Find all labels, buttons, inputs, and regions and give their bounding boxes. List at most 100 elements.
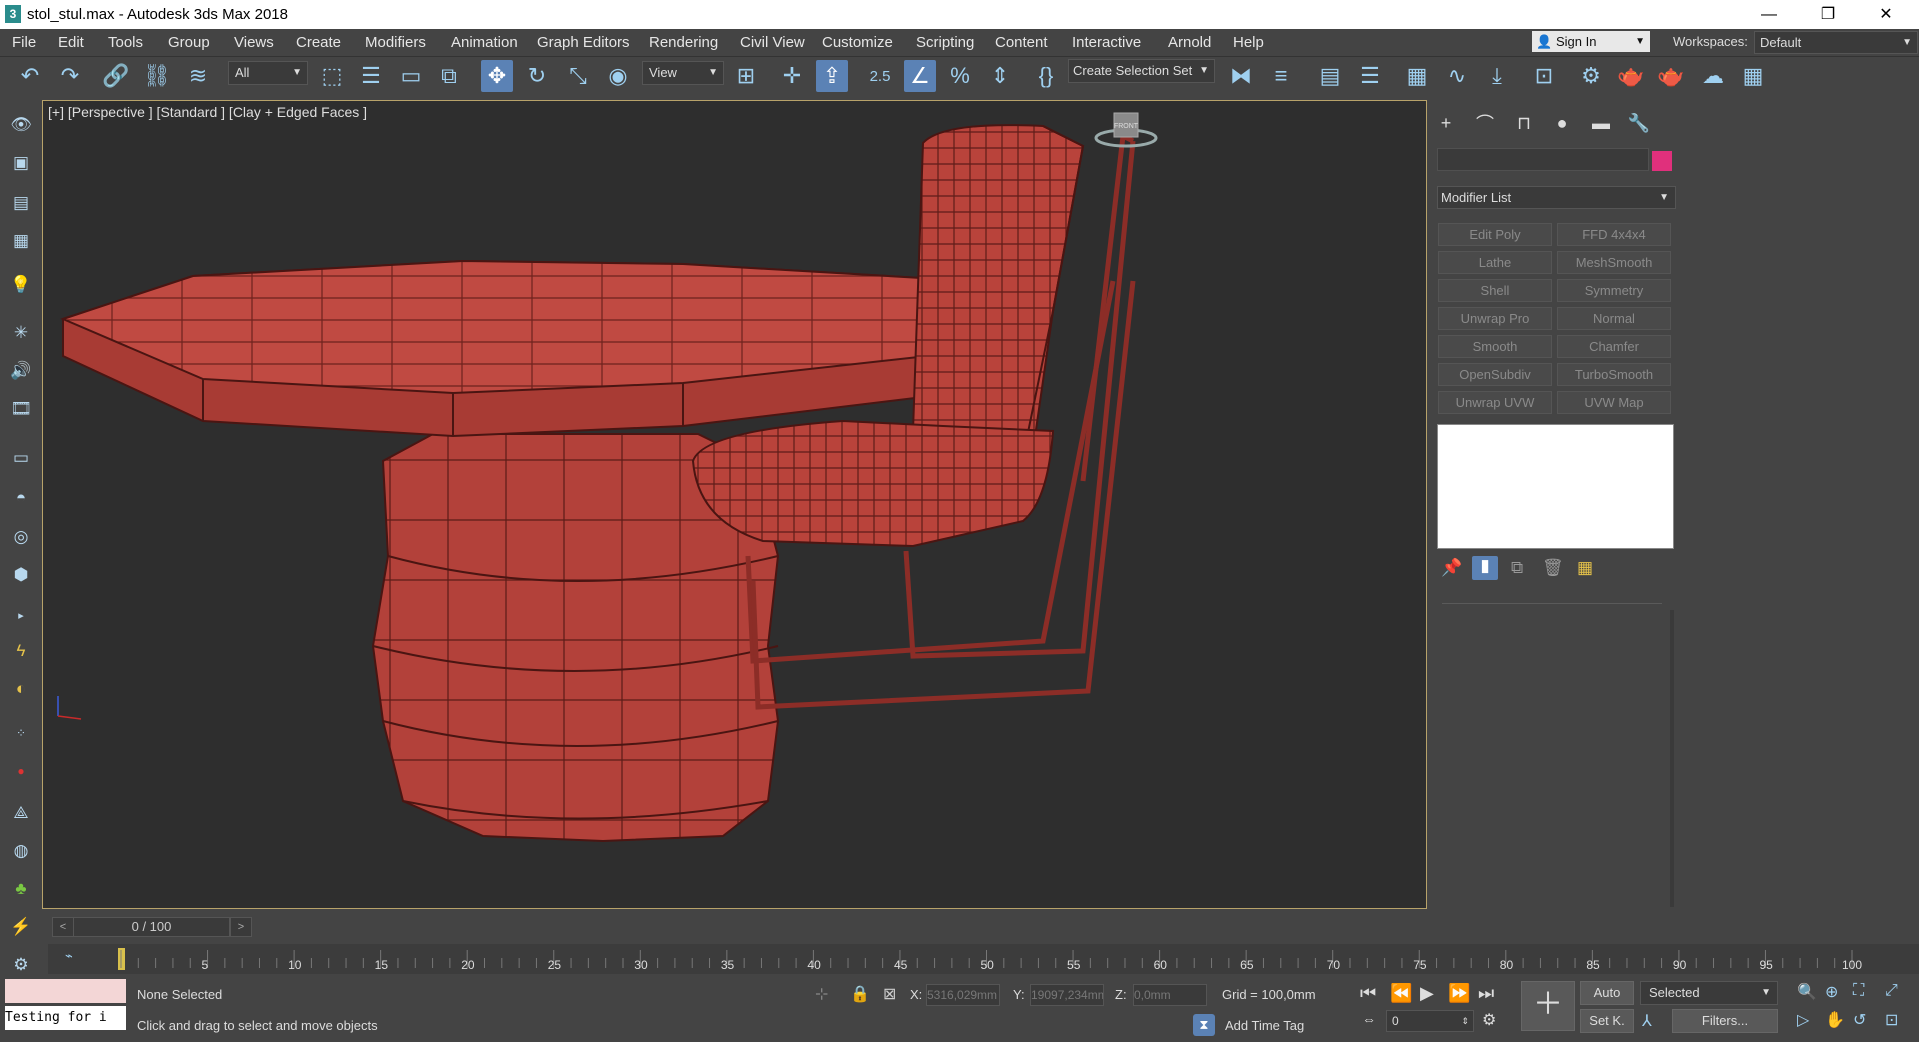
motion-tab-icon[interactable]: ● <box>1547 111 1577 135</box>
grid-table-icon[interactable]: ▦ <box>8 228 34 254</box>
minimize-button[interactable]: — <box>1746 0 1792 29</box>
go-to-start-icon[interactable]: ⏮ <box>1360 983 1376 1004</box>
environment-button[interactable]: ▦ <box>1737 60 1769 92</box>
utilities-tab-icon[interactable]: 🔧 <box>1624 111 1654 135</box>
particle-icon[interactable]: ⁘ <box>8 720 34 746</box>
select-manipulate-button[interactable]: ✛ <box>776 60 808 92</box>
zoom-icon[interactable]: 🔍 <box>1797 982 1817 1002</box>
viewport-eye-icon[interactable]: 👁 <box>8 112 34 138</box>
table-model[interactable] <box>60 259 1046 843</box>
show-end-result-icon[interactable]: ▮ <box>1472 556 1498 580</box>
configure-modifier-sets-icon[interactable]: ▦ <box>1577 558 1593 578</box>
menu-animation[interactable]: Animation <box>451 34 518 51</box>
reference-coordinate-dropdown[interactable]: View ▼ <box>642 61 724 85</box>
menu-edit[interactable]: Edit <box>58 34 84 51</box>
restore-button[interactable]: ❐ <box>1805 0 1851 29</box>
time-slider[interactable]: 0 / 100 <box>73 917 230 937</box>
maximize-viewport-icon[interactable]: ⊡ <box>1885 1010 1898 1030</box>
key-mode-toggle-icon[interactable]: ⇔ <box>1362 1011 1376 1027</box>
percent-snap-button[interactable]: % <box>944 60 976 92</box>
redo-button[interactable]: ↷ <box>54 60 86 92</box>
moon-icon[interactable]: ◐ <box>8 676 34 702</box>
object-name-field[interactable] <box>1437 148 1649 171</box>
dot-icon[interactable]: ● <box>8 758 34 784</box>
angle-snap-button[interactable]: ∠ <box>904 60 936 92</box>
menu-interactive[interactable]: Interactive <box>1072 34 1141 51</box>
mini-curve-editor-icon[interactable]: ⌁ <box>65 948 73 964</box>
menu-rendering[interactable]: Rendering <box>649 34 718 51</box>
undo-button[interactable]: ↶ <box>14 60 46 92</box>
menu-scripting[interactable]: Scripting <box>916 34 974 51</box>
rotate-button[interactable]: ↻ <box>521 60 553 92</box>
hierarchy-tab-icon[interactable]: ⊓ <box>1509 111 1539 135</box>
make-unique-icon[interactable]: ⧉ <box>1511 558 1523 578</box>
menu-customize[interactable]: Customize <box>822 34 893 51</box>
set-key-big-button[interactable]: ＋ <box>1521 981 1575 1031</box>
previous-frame-icon[interactable]: ⏪ <box>1390 983 1412 1004</box>
move-button[interactable]: ✥ <box>481 60 513 92</box>
menu-create[interactable]: Create <box>296 34 341 51</box>
render-production-button[interactable]: 🫖 <box>1655 60 1687 92</box>
time-slider-prev[interactable]: < <box>52 917 74 937</box>
mirror-button[interactable]: ⧓ <box>1225 60 1257 92</box>
modifier-meshsmooth-button[interactable]: MeshSmooth <box>1557 251 1671 274</box>
globe-icon[interactable]: ◍ <box>8 838 34 864</box>
time-configuration-icon[interactable]: ⚙ <box>1482 1010 1496 1030</box>
menu-help[interactable]: Help <box>1233 34 1264 51</box>
hf-icon[interactable]: ⚡ <box>8 914 34 940</box>
box-icon[interactable]: ▭ <box>8 445 34 471</box>
modifier-smooth-button[interactable]: Smooth <box>1438 335 1552 358</box>
viewport-label[interactable]: [+] [Perspective ] [Standard ] [Clay + E… <box>48 104 367 120</box>
spinner-snap-button[interactable]: ⇕ <box>984 60 1016 92</box>
select-object-button[interactable]: ⬚ <box>316 60 348 92</box>
absolute-mode-icon[interactable]: ⊠ <box>883 984 896 1004</box>
maxscript-listener-top[interactable] <box>5 979 126 1003</box>
unlink-button[interactable]: ⛓ <box>141 60 173 92</box>
curve-editor-button[interactable]: ∿ <box>1441 60 1473 92</box>
window-crossing-button[interactable]: ⧉ <box>433 60 465 92</box>
z-coordinate-field[interactable]: 0,0mm <box>1133 984 1207 1006</box>
modifier-stack-list[interactable] <box>1437 424 1674 549</box>
modifier-unwrap-pro-button[interactable]: Unwrap Pro <box>1438 307 1552 330</box>
place-button[interactable]: ◉ <box>602 60 634 92</box>
orbit-icon[interactable]: ↺ <box>1853 1010 1866 1030</box>
add-time-tag[interactable]: Add Time Tag <box>1225 1018 1304 1033</box>
object-color-swatch[interactable] <box>1652 151 1672 171</box>
key-filter-selection-dropdown[interactable]: Selected ▼ <box>1640 981 1778 1005</box>
sound-icon[interactable]: 🔊 <box>8 358 34 384</box>
go-to-end-icon[interactable]: ⏭ <box>1478 983 1494 1004</box>
time-tag-icon[interactable]: ⧗ <box>1193 1014 1215 1036</box>
viewcube[interactable]: FRONT <box>1094 112 1158 148</box>
modifier-chamfer-button[interactable]: Chamfer <box>1557 335 1671 358</box>
auto-key-button[interactable]: Auto <box>1580 981 1634 1005</box>
default-in-out-tangents-icon[interactable]: ⅄ <box>1642 1011 1652 1031</box>
modifier-opensubdiv-button[interactable]: OpenSubdiv <box>1438 363 1552 386</box>
pivot-center-button[interactable]: ⊞ <box>730 60 762 92</box>
app-icon[interactable]: 3 <box>5 5 21 23</box>
field-of-view-icon[interactable]: ▷ <box>1797 1010 1809 1030</box>
named-selection-dropdown[interactable]: Create Selection Set ▼ <box>1068 59 1215 83</box>
foliage-icon[interactable]: ♣ <box>8 876 34 902</box>
scene-list-icon[interactable]: ▤ <box>8 190 34 216</box>
menu-graph-editors[interactable]: Graph Editors <box>537 34 630 51</box>
y-coordinate-field[interactable]: 19097,234mm <box>1030 984 1104 1006</box>
close-button[interactable]: ✕ <box>1863 0 1909 29</box>
command-panel-scrollbar[interactable] <box>1670 610 1674 907</box>
link-button[interactable]: 🔗 <box>100 60 132 92</box>
remove-modifier-icon[interactable]: 🗑 <box>1542 558 1564 578</box>
menu-modifiers[interactable]: Modifiers <box>365 34 426 51</box>
menu-civil-view[interactable]: Civil View <box>740 34 805 51</box>
set-key-button[interactable]: Set K. <box>1580 1009 1634 1033</box>
perspective-viewport[interactable]: FRONT [+] [Perspective ] [Standard ] [Cl… <box>42 100 1427 909</box>
film-icon[interactable]: 🎞 <box>8 396 34 422</box>
current-frame-field[interactable]: 0 ⇕ <box>1386 1010 1474 1032</box>
zoom-extents-all-icon[interactable]: ⤢ <box>1885 982 1898 1000</box>
lock-icon[interactable]: 🔒 <box>850 984 870 1004</box>
menu-group[interactable]: Group <box>168 34 210 51</box>
modifier-uvw-map-button[interactable]: UVW Map <box>1557 391 1671 414</box>
scene-explorer-button[interactable]: ▤ <box>1314 60 1346 92</box>
menu-views[interactable]: Views <box>234 34 274 51</box>
layers-icon[interactable]: ▣ <box>8 150 34 176</box>
edit-named-selection-button[interactable]: {} <box>1030 60 1062 92</box>
render-cloud-button[interactable]: ☁ <box>1697 60 1729 92</box>
